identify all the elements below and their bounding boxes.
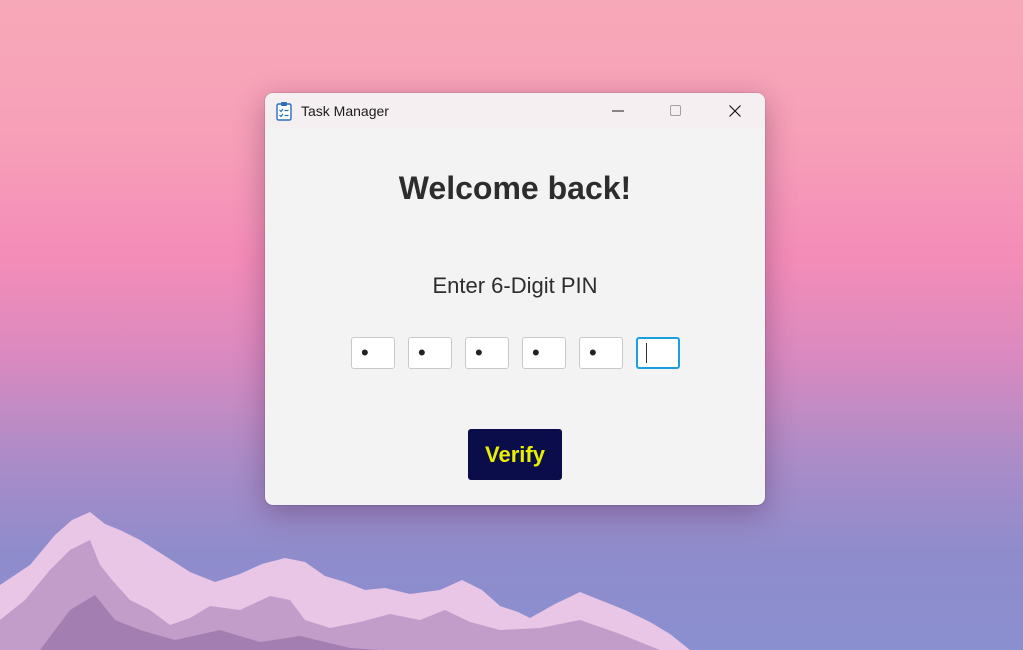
pin-digit-5[interactable]: • bbox=[579, 337, 623, 369]
minimize-button[interactable] bbox=[589, 93, 647, 129]
pin-digit-3[interactable]: • bbox=[465, 337, 509, 369]
text-cursor bbox=[646, 343, 647, 363]
pin-label: Enter 6-Digit PIN bbox=[432, 273, 598, 298]
maximize-button[interactable] bbox=[647, 93, 705, 129]
window-title: Task Manager bbox=[301, 103, 389, 119]
close-icon bbox=[729, 105, 741, 117]
pin-input-group: • • • • • bbox=[351, 337, 681, 369]
pin-digit-2[interactable]: • bbox=[408, 337, 452, 369]
title-bar[interactable]: Task Manager bbox=[265, 93, 765, 129]
minimize-icon bbox=[612, 110, 624, 112]
verify-button[interactable]: Verify bbox=[468, 429, 562, 480]
close-button[interactable] bbox=[706, 93, 764, 129]
clipboard-checklist-icon bbox=[276, 100, 294, 122]
app-window: Task Manager Welcome back! Enter 6-Digit… bbox=[265, 93, 765, 505]
pin-digit-1[interactable]: • bbox=[351, 337, 395, 369]
pin-digit-4[interactable]: • bbox=[522, 337, 566, 369]
pin-digit-6[interactable] bbox=[636, 337, 680, 369]
maximize-icon bbox=[670, 105, 681, 116]
mountain-range bbox=[0, 512, 690, 650]
welcome-heading: Welcome back! bbox=[398, 170, 632, 206]
